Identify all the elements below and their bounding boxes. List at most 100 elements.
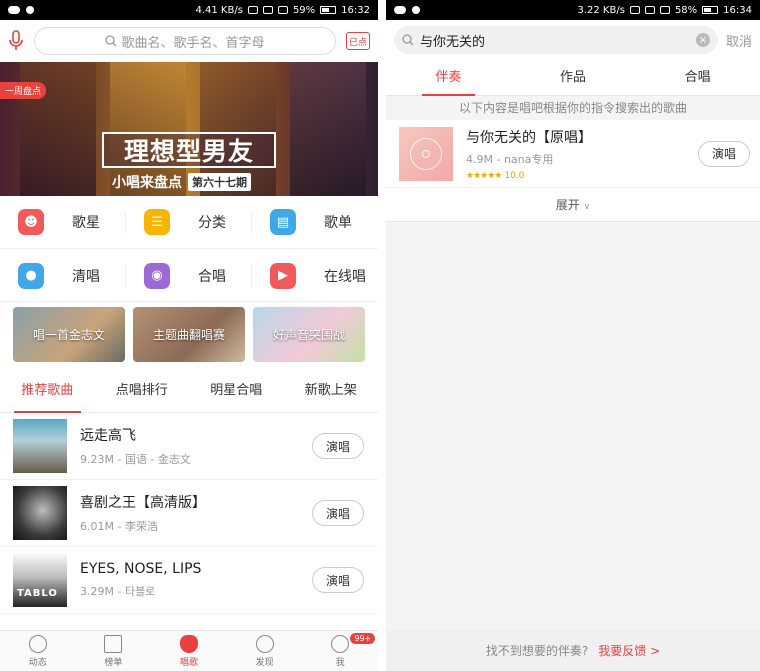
tab-accompaniment[interactable]: 伴奏 [386, 60, 511, 96]
category-label: 在线唱 [324, 268, 366, 285]
nav-discover[interactable]: 发现 [227, 631, 303, 671]
nav-activity[interactable]: 动态 [0, 631, 76, 671]
activity-icon [28, 634, 47, 653]
cancel-button[interactable]: 取消 [726, 31, 752, 50]
mic-icon: ● [18, 262, 44, 289]
song-title: 远走高飞 [80, 428, 136, 444]
bluetooth-icon [629, 6, 640, 14]
result-tabs: 伴奏 作品 合唱 [386, 60, 760, 96]
alarm-icon [644, 6, 655, 14]
nav-label: 唱歌 [179, 657, 198, 668]
search-placeholder: 歌曲名、歌手名、首字母 [121, 35, 265, 51]
nav-label: 发现 [255, 657, 274, 668]
nav-label: 动态 [28, 657, 47, 668]
featured-banner[interactable]: 一周盘点 理想型男友 小唱来盘点 第六十七期 [0, 62, 378, 196]
battery-icon [320, 6, 337, 14]
banner-issue: 第六十七期 [188, 173, 251, 191]
status-bar: 4.41 KB/s 59% 16:32 [0, 0, 378, 20]
tab-recommended[interactable]: 推荐歌曲 [0, 368, 95, 413]
nav-label: 我 [335, 657, 345, 668]
album-cover [13, 486, 67, 540]
voice-search-icon[interactable] [8, 29, 24, 53]
bluetooth-icon [247, 6, 258, 14]
sing-icon [179, 634, 198, 653]
album-cover [399, 126, 453, 181]
category-label: 歌单 [324, 215, 352, 231]
song-meta: 9.23M - 国语 - 金志文 [80, 453, 191, 466]
sing-button[interactable]: 演唱 [312, 567, 364, 593]
banner-tag: 一周盘点 [0, 82, 47, 99]
network-speed: 3.22 KB/s [577, 4, 625, 16]
tab-duet[interactable]: 合唱 [635, 60, 760, 95]
wifi-icon [277, 6, 288, 14]
song-meta: 6.01M - 李荣浩 [80, 520, 158, 533]
feedback-link[interactable]: 我要反馈 > [598, 642, 660, 659]
search-notice: 以下内容是唱吧根据你的指令搜索出的歌曲 [386, 96, 760, 120]
sing-button[interactable]: 演唱 [312, 500, 364, 526]
list-item[interactable]: 与你无关的【原唱】 4.9M - nana专用 ★★★★★ 10.0 演唱 [386, 120, 760, 188]
category-label: 分类 [198, 215, 226, 231]
song-rating: ★★★★★ 10.0 [466, 171, 698, 181]
alarm-icon [262, 6, 273, 14]
song-meta: 4.9M - nana专用 [466, 152, 554, 166]
search-results-screen: 3.22 KB/s 58% 16:34 与你无关的 × 取消 伴奏 作品 合唱 … [386, 0, 760, 671]
category-acappella[interactable]: ● 清唱 [0, 249, 126, 302]
rating-score: 10.0 [504, 170, 525, 181]
clear-icon[interactable]: × [695, 33, 710, 47]
feedback-footer: 找不到想要的伴奏? 我要反馈 > [386, 630, 760, 671]
banner-title: 理想型男友 [102, 132, 276, 168]
chevron-down-icon: ∨ [583, 202, 591, 212]
search-icon [105, 35, 117, 47]
feedback-question: 找不到想要的伴奏? [485, 644, 589, 658]
battery-icon [702, 6, 719, 14]
album-cover [13, 419, 67, 473]
cover-text: TABLO [17, 588, 58, 599]
nav-profile[interactable]: 我 99+ [302, 631, 378, 671]
sing-button[interactable]: 演唱 [698, 140, 750, 167]
album-cover: TABLO [13, 553, 67, 607]
chart-icon [104, 634, 123, 653]
category-singer[interactable]: ☻ 歌星 [0, 196, 126, 249]
promo-card[interactable]: 好声音突围战 [253, 307, 365, 362]
search-header: 歌曲名、歌手名、首字母 已点 [0, 20, 378, 62]
list-icon: ☰ [144, 209, 170, 235]
category-duet[interactable]: ◉ 合唱 [126, 249, 252, 302]
promo-card[interactable]: 主题曲翻唱赛 [133, 307, 245, 362]
category-online-sing[interactable]: ▶ 在线唱 [252, 249, 378, 302]
category-genre[interactable]: ☰ 分类 [126, 196, 252, 249]
notification-dot-icon [26, 6, 34, 14]
tab-star-duet[interactable]: 明星合唱 [189, 368, 284, 413]
expand-button[interactable]: 展开 ∨ [386, 188, 760, 222]
search-header: 与你无关的 × 取消 [386, 20, 760, 60]
category-label: 合唱 [198, 268, 226, 285]
search-input[interactable]: 与你无关的 × [394, 26, 718, 54]
star-icon: ★★★★★ [466, 170, 502, 181]
song-meta: 3.29M - 타블로 [80, 585, 156, 598]
tab-works[interactable]: 作品 [511, 60, 636, 95]
singer-icon: ☻ [18, 209, 44, 235]
category-grid: ☻ 歌星 ☰ 分类 ▤ 歌单 ● 清唱 ◉ 合唱 ▶ 在线唱 [0, 196, 378, 302]
song-title: 喜剧之王【高清版】 [80, 495, 206, 511]
category-playlist[interactable]: ▤ 歌单 [252, 196, 378, 249]
notification-badge: 99+ [350, 633, 376, 644]
promo-card[interactable]: 唱一首金志文 [13, 307, 125, 362]
ordered-songs-button[interactable]: 已点 [346, 32, 370, 50]
notification-dot-icon [412, 6, 420, 14]
promo-cards: 唱一首金志文 主题曲翻唱赛 好声音突围战 [0, 302, 378, 368]
nav-label: 榜单 [104, 657, 123, 668]
search-input[interactable]: 歌曲名、歌手名、首字母 [34, 27, 336, 55]
sing-button[interactable]: 演唱 [312, 433, 364, 459]
list-item[interactable]: TABLO EYES, NOSE, LIPS 3.29M - 타블로 演唱 [0, 547, 378, 614]
nav-sing[interactable]: 唱歌 [151, 631, 227, 671]
clock: 16:34 [723, 4, 752, 16]
tab-new-songs[interactable]: 新歌上架 [284, 368, 379, 413]
battery-percent: 59% [292, 4, 316, 16]
battery-percent: 58% [674, 4, 698, 16]
screen-divider [378, 0, 386, 671]
profile-icon [331, 634, 350, 653]
list-item[interactable]: 喜剧之王【高清版】 6.01M - 李荣浩 演唱 [0, 480, 378, 547]
tab-ranking[interactable]: 点唱排行 [95, 368, 190, 413]
list-item[interactable]: 远走高飞 9.23M - 国语 - 金志文 演唱 [0, 413, 378, 480]
nav-charts[interactable]: 榜单 [76, 631, 152, 671]
bottom-nav: 动态 榜单 唱歌 发现 我 99+ [0, 630, 378, 671]
